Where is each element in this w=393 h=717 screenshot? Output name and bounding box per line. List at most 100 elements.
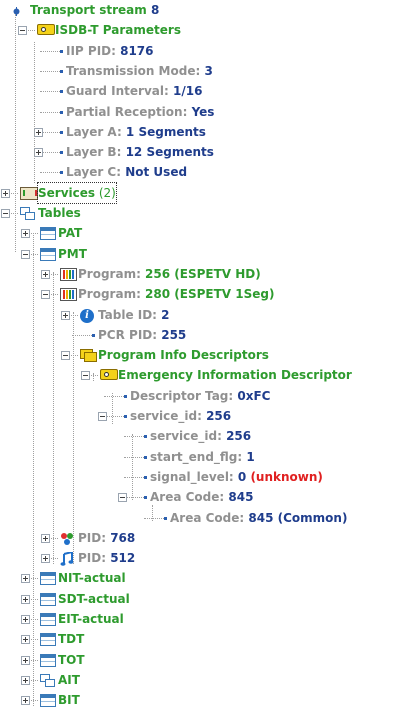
tree-leaf-transmission-mode[interactable]: Transmission Mode: 3 <box>66 61 213 81</box>
tree-node-layer-a[interactable]: Layer A: 1 Segments <box>66 122 206 142</box>
expand-button[interactable] <box>34 148 43 157</box>
collapse-button[interactable] <box>81 371 90 380</box>
leaf-bullet <box>92 334 95 337</box>
node-value: 256 <box>201 409 232 423</box>
collapse-button[interactable] <box>1 209 10 218</box>
tree-node-program-256[interactable]: Program: 256 (ESPETV HD) <box>78 264 261 284</box>
tree-leaf-service-id[interactable]: service_id: 256 <box>150 426 251 446</box>
node-label: Descriptor Tag: <box>130 388 234 403</box>
tree-leaf-partial-reception[interactable]: Partial Reception: Yes <box>66 102 214 122</box>
tree-leaf-descriptor-tag[interactable]: Descriptor Tag: 0xFC <box>130 386 270 406</box>
expand-button[interactable] <box>21 696 30 705</box>
tree-node-pid-768[interactable]: PID: 768 <box>78 528 135 548</box>
tree-node-tdt[interactable]: TDT <box>58 629 84 649</box>
collapse-button[interactable] <box>118 493 127 502</box>
collapse-button[interactable] <box>61 351 70 360</box>
tree-node-layer-b[interactable]: Layer B: 12 Segments <box>66 142 214 162</box>
tree-leaf-signal-level[interactable]: signal_level: 0 (unknown) <box>150 467 323 487</box>
node-label: Transport stream <box>30 3 147 17</box>
leaf-bullet <box>60 70 63 73</box>
tree-leaf-guard-interval[interactable]: Guard Interval: 1/16 <box>66 81 202 101</box>
node-value: 2 <box>156 307 170 322</box>
tree-node-area-code[interactable]: Area Code: 845 <box>150 487 253 507</box>
tree-leaf-pcr-pid[interactable]: PCR PID: 255 <box>98 325 186 345</box>
info-icon: i <box>80 309 94 323</box>
tree-leaf-layer-c[interactable]: Layer C: Not Used <box>66 162 187 182</box>
node-label: Layer A: <box>66 124 122 139</box>
node-label: PID: <box>78 530 107 545</box>
node-label: start_end_flg: <box>150 449 243 464</box>
node-label: Program: <box>78 266 141 281</box>
tree-node-table-id[interactable]: Table ID: 2 <box>98 305 170 325</box>
expand-button[interactable] <box>41 534 50 543</box>
tree-leaf-iip-pid[interactable]: IIP PID: 8176 <box>66 41 154 61</box>
node-label: signal_level: <box>150 469 234 484</box>
tree-node-pid-512[interactable]: PID: 512 <box>78 548 135 568</box>
tree-node-isdbt-parameters[interactable]: ISDB-T Parameters <box>55 20 181 40</box>
tree-node-ait[interactable]: AIT <box>58 670 80 690</box>
tables-icon <box>20 207 35 220</box>
collapse-button[interactable] <box>98 412 107 421</box>
tree-node-transport-stream[interactable]: Transport stream 8 <box>30 0 159 20</box>
node-value: 256 <box>221 429 252 444</box>
expand-button[interactable] <box>21 574 30 583</box>
tree-view[interactable]: Transport stream 8 ISDB-T Parameters IIP P… <box>0 0 393 717</box>
descriptors-icon <box>80 349 97 362</box>
tree-node-tot[interactable]: TOT <box>58 650 85 670</box>
node-label: Layer B: <box>66 145 122 160</box>
node-label: AIT <box>58 672 80 687</box>
node-value: 768 <box>106 530 136 545</box>
node-label: service_id: <box>130 409 202 423</box>
expand-button[interactable] <box>21 615 30 624</box>
tree-node-pat[interactable]: PAT <box>58 223 82 243</box>
tree-node-program-info-descriptors[interactable]: Program Info Descriptors <box>98 345 269 365</box>
node-label: Program Info Descriptors <box>98 348 269 363</box>
tree-node-tables[interactable]: Tables <box>38 203 81 223</box>
leaf-bullet <box>60 50 63 53</box>
node-value: 12 Segments <box>121 145 214 160</box>
node-value: 1 Segments <box>121 124 206 139</box>
expand-button[interactable] <box>1 189 10 198</box>
expand-button[interactable] <box>21 656 30 665</box>
node-label: ISDB-T Parameters <box>55 23 181 38</box>
node-label: Emergency Information Descriptor <box>118 368 352 383</box>
node-label: Layer C: <box>66 165 122 180</box>
table-icon <box>40 572 56 585</box>
tree-leaf-area-code-common[interactable]: Area Code: 845 (Common) <box>170 508 347 528</box>
tree-node-pmt[interactable]: PMT <box>58 244 87 264</box>
tree-node-service-id[interactable]: service_id: 256 <box>130 406 231 426</box>
node-label: Area Code: <box>150 490 225 505</box>
node-label: TOT <box>58 652 85 667</box>
expand-button[interactable] <box>21 676 30 685</box>
tree-node-eit-actual[interactable]: EIT-actual <box>58 609 124 629</box>
tree-leaf-start-end-flg[interactable]: start_end_flg: 1 <box>150 447 255 467</box>
collapse-button[interactable] <box>21 250 30 259</box>
node-label: Area Code: <box>170 510 245 525</box>
node-value: Yes <box>187 104 215 119</box>
expand-button[interactable] <box>41 270 50 279</box>
tree-node-sdt-actual[interactable]: SDT-actual <box>58 589 130 609</box>
expand-button[interactable] <box>21 635 30 644</box>
collapse-button[interactable] <box>41 290 50 299</box>
tree-node-program-280[interactable]: Program: 280 (ESPETV 1Seg) <box>78 284 274 304</box>
table-icon <box>40 633 56 646</box>
tree-node-nit-actual[interactable]: NIT-actual <box>58 568 126 588</box>
node-label: service_id: <box>150 429 222 444</box>
expand-button[interactable] <box>61 311 70 320</box>
node-value: Not Used <box>121 165 188 180</box>
collapse-button[interactable] <box>18 26 27 35</box>
expand-button[interactable] <box>34 128 43 137</box>
expand-button[interactable] <box>41 554 50 563</box>
expand-button[interactable] <box>21 229 30 238</box>
tree-node-services[interactable]: Services (2) <box>37 181 117 204</box>
node-value: (unknown) <box>246 469 323 484</box>
leaf-bullet <box>144 496 147 499</box>
tree-node-emergency-info-descriptor[interactable]: Emergency Information Descriptor <box>118 365 352 385</box>
node-value: 256 (ESPETV HD) <box>140 266 261 281</box>
leaf-bullet <box>60 131 63 134</box>
leaf-bullet <box>144 456 147 459</box>
tree-node-bit[interactable]: BIT <box>58 690 80 710</box>
node-label: PAT <box>58 226 83 241</box>
table-icon <box>40 593 56 606</box>
expand-button[interactable] <box>21 595 30 604</box>
